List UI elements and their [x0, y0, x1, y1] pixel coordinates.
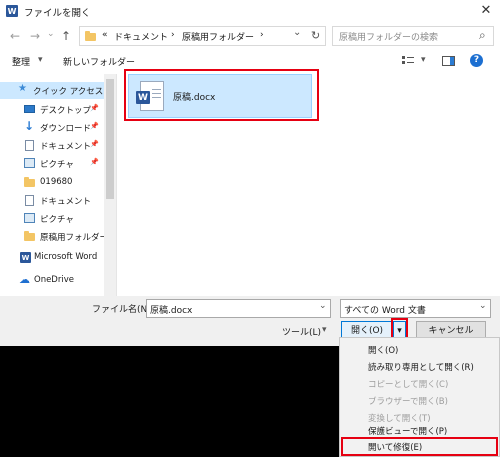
word-icon: W: [20, 252, 31, 263]
organize-caret-icon[interactable]: ▾: [38, 55, 43, 65]
sidebar-item-label: ダウンロード: [40, 124, 92, 134]
sidebar-item-label: Microsoft Word: [34, 252, 98, 262]
sidebar-item-label: ドキュメント: [40, 197, 92, 207]
documents-icon: [25, 195, 34, 206]
view-options-icon[interactable]: [402, 55, 414, 66]
file-type-select[interactable]: すべての Word 文書 ⌄: [340, 299, 491, 318]
breadcrumb-overflow[interactable]: «: [102, 30, 108, 40]
pin-icon: 📌: [90, 158, 99, 166]
sidebar-item-pictures-2[interactable]: ピクチャ: [0, 210, 104, 227]
repair-highlight-frame: [341, 437, 498, 456]
refresh-icon[interactable]: ↻: [311, 29, 320, 42]
sidebar-item-documents[interactable]: ドキュメント 📌: [0, 137, 104, 154]
star-icon: ★: [18, 83, 27, 94]
menu-item-open-protected-view[interactable]: 保護ビューで開く(P): [368, 425, 447, 437]
breadcrumb-separator[interactable]: ›: [171, 30, 175, 40]
sidebar-item-onedrive[interactable]: ☁ OneDrive: [0, 272, 104, 289]
sidebar-item-019680[interactable]: 019680: [0, 174, 104, 191]
new-folder-button[interactable]: 新しいフォルダー: [63, 55, 135, 68]
title-bar: W ファイルを開く ✕: [0, 0, 500, 22]
sidebar-item-label: 019680: [40, 177, 73, 187]
search-placeholder: 原稿用フォルダーの検索: [339, 33, 439, 43]
sidebar-item-downloads[interactable]: ↓ ダウンロード 📌: [0, 119, 104, 136]
file-type-value: すべての Word 文書: [344, 306, 426, 316]
nav-scrollbar-thumb[interactable]: [106, 79, 114, 199]
chevron-down-icon[interactable]: ⌄: [479, 301, 487, 311]
help-glyph: ?: [473, 55, 480, 65]
sidebar-item-label: デスクトップ: [40, 106, 92, 116]
sidebar-item-label: クイック アクセス: [33, 87, 104, 97]
search-input[interactable]: 原稿用フォルダーの検索 ⌕: [332, 26, 494, 46]
filename-value: 原稿.docx: [150, 306, 193, 316]
onedrive-icon: ☁: [19, 273, 30, 286]
pin-icon: 📌: [90, 140, 99, 148]
chevron-down-icon[interactable]: ⌄: [319, 301, 327, 311]
sidebar-item-microsoft-word[interactable]: W Microsoft Word: [0, 249, 104, 266]
organize-button[interactable]: 整理: [12, 55, 30, 68]
up-icon[interactable]: ↑: [61, 28, 71, 44]
menu-item-open-as-copy[interactable]: コピーとして開く(C): [368, 378, 448, 390]
documents-icon: [25, 140, 34, 151]
preview-pane-icon[interactable]: [442, 56, 455, 66]
back-icon[interactable]: ←: [10, 28, 20, 44]
file-highlight-frame: [124, 69, 319, 121]
filename-label: ファイル名(N):: [92, 305, 154, 315]
window-title: ファイルを開く: [24, 8, 91, 19]
close-icon[interactable]: ✕: [475, 2, 497, 20]
tools-caret-icon[interactable]: ▾: [322, 325, 327, 335]
open-button-label: 開く(O): [350, 326, 384, 336]
filename-field[interactable]: 原稿.docx ⌄: [146, 299, 331, 318]
menu-item-open-with-transform[interactable]: 変換して開く(T): [368, 412, 431, 424]
download-icon: ↓: [24, 119, 35, 133]
pictures-icon: [24, 158, 35, 168]
tools-button[interactable]: ツール(L): [282, 325, 321, 338]
pictures-icon: [24, 213, 35, 223]
pin-icon: 📌: [90, 104, 99, 112]
forward-icon[interactable]: →: [30, 28, 40, 44]
breadcrumb-folder[interactable]: 原稿用フォルダー: [182, 30, 254, 43]
sidebar-item-quick-access[interactable]: ★ クイック アクセス: [0, 82, 104, 99]
sidebar-item-label: ピクチャ: [40, 160, 74, 170]
help-icon[interactable]: ?: [470, 54, 483, 67]
recent-dropdown-icon[interactable]: ⌄: [47, 26, 55, 42]
breadcrumb-separator[interactable]: ›: [260, 30, 264, 40]
view-caret-icon[interactable]: ▾: [421, 55, 426, 65]
menu-item-open-read-only[interactable]: 読み取り専用として開く(R): [368, 361, 474, 373]
menu-item-open[interactable]: 開く(O): [368, 344, 398, 356]
pin-icon: 📌: [90, 122, 99, 130]
desktop-icon: [24, 105, 35, 113]
navigation-pane[interactable]: ★ クイック アクセス デスクトップ 📌 ↓ ダウンロード 📌 ドキュメント 📌…: [0, 74, 116, 296]
cancel-button-label: キャンセル: [428, 326, 474, 336]
folder-icon: [85, 31, 96, 41]
sidebar-item-label: ピクチャ: [40, 215, 74, 225]
breadcrumb-documents[interactable]: ドキュメント: [114, 30, 168, 43]
menu-item-open-in-browser[interactable]: ブラウザーで開く(B): [368, 395, 448, 407]
word-icon: W: [6, 5, 18, 17]
folder-icon: [24, 231, 35, 241]
sidebar-item-documents-2[interactable]: ドキュメント: [0, 192, 104, 209]
sidebar-item-label: 原稿用フォルダー: [40, 233, 109, 243]
folder-icon: [24, 177, 35, 187]
sidebar-item-manuscript-folder[interactable]: 原稿用フォルダー: [0, 228, 108, 245]
address-bar[interactable]: « ドキュメント › 原稿用フォルダー › ⌄ ↻: [79, 26, 326, 46]
search-icon[interactable]: ⌕: [479, 28, 486, 43]
sidebar-item-label: ドキュメント: [40, 142, 92, 152]
sidebar-item-desktop[interactable]: デスクトップ 📌: [0, 101, 104, 118]
chevron-down-icon[interactable]: ⌄: [293, 27, 301, 38]
sidebar-item-label: OneDrive: [34, 275, 74, 285]
sidebar-item-pictures[interactable]: ピクチャ 📌: [0, 155, 104, 172]
